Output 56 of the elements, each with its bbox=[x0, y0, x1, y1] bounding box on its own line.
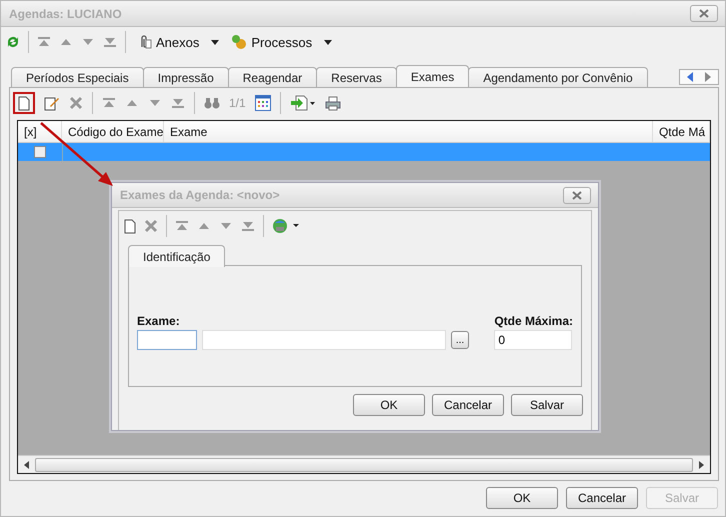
scroll-left-icon[interactable] bbox=[24, 460, 29, 468]
horizontal-scrollbar[interactable] bbox=[18, 455, 710, 473]
delete-icon[interactable] bbox=[69, 96, 83, 110]
first-record-icon[interactable] bbox=[37, 36, 51, 48]
column-header[interactable]: Código do Exame bbox=[62, 121, 164, 142]
attachments-button[interactable]: Anexos bbox=[134, 34, 204, 50]
dialog-button[interactable]: Salvar bbox=[511, 394, 583, 416]
column-header[interactable]: [x] bbox=[18, 121, 62, 142]
dialog-button[interactable]: OK bbox=[486, 487, 558, 509]
tab[interactable]: Exames bbox=[396, 65, 470, 87]
record-counter: 1/1 bbox=[229, 96, 246, 110]
dialog-button[interactable]: Cancelar bbox=[566, 487, 638, 509]
field-label: Qtde Máxima: bbox=[494, 314, 573, 328]
tab-scroll-buttons[interactable] bbox=[679, 69, 719, 85]
close-button[interactable] bbox=[563, 186, 591, 204]
last-record-icon[interactable] bbox=[241, 220, 255, 232]
exam-code-field[interactable] bbox=[137, 330, 197, 350]
new-document-icon bbox=[18, 96, 30, 110]
close-icon bbox=[572, 190, 582, 200]
new-button[interactable] bbox=[13, 92, 35, 114]
tab[interactable]: Identificação bbox=[128, 245, 226, 267]
tab[interactable]: Impressão bbox=[142, 67, 229, 87]
dialog-button[interactable]: OK bbox=[353, 394, 425, 416]
first-record-icon[interactable] bbox=[175, 220, 189, 232]
first-record-icon[interactable] bbox=[102, 97, 116, 109]
tab[interactable]: Reagendar bbox=[228, 67, 318, 87]
dropdown-caret-icon[interactable] bbox=[211, 40, 220, 44]
window-title: Agendas: LUCIANO bbox=[9, 6, 122, 20]
field-label: Exame: bbox=[137, 314, 181, 328]
column-header[interactable]: Exame bbox=[164, 121, 653, 142]
checkbox[interactable] bbox=[34, 146, 46, 158]
last-record-icon[interactable] bbox=[103, 36, 117, 48]
exam-description-field[interactable] bbox=[202, 330, 446, 350]
tab[interactable]: Reservas bbox=[316, 67, 397, 87]
printer-icon[interactable] bbox=[324, 96, 341, 110]
scroll-right-icon[interactable] bbox=[699, 460, 704, 468]
dropdown-caret-icon[interactable] bbox=[324, 40, 332, 44]
grid-icon[interactable] bbox=[254, 95, 271, 111]
last-record-icon[interactable] bbox=[171, 97, 185, 109]
delete-icon[interactable] bbox=[144, 219, 158, 233]
max-quantity-field[interactable]: 0 bbox=[494, 330, 572, 350]
dialog-title: Exames da Agenda: <novo> bbox=[120, 188, 280, 202]
dialog-button[interactable]: Cancelar bbox=[432, 394, 504, 416]
new-document-icon[interactable] bbox=[124, 218, 136, 234]
edit-icon[interactable] bbox=[44, 96, 60, 110]
tab[interactable]: Períodos Especiais bbox=[11, 67, 144, 87]
close-icon bbox=[699, 9, 709, 18]
close-button[interactable] bbox=[690, 5, 718, 22]
tab[interactable]: Agendamento por Convênio bbox=[468, 67, 648, 87]
browse-button[interactable]: ... bbox=[451, 331, 469, 349]
globe-icon[interactable] bbox=[272, 218, 300, 234]
processes-button[interactable]: Processos bbox=[227, 34, 316, 50]
refresh-icon[interactable] bbox=[6, 35, 20, 49]
column-header[interactable]: Qtde Má bbox=[652, 121, 710, 142]
export-icon[interactable] bbox=[290, 95, 316, 111]
binoculars-icon[interactable] bbox=[204, 96, 220, 110]
